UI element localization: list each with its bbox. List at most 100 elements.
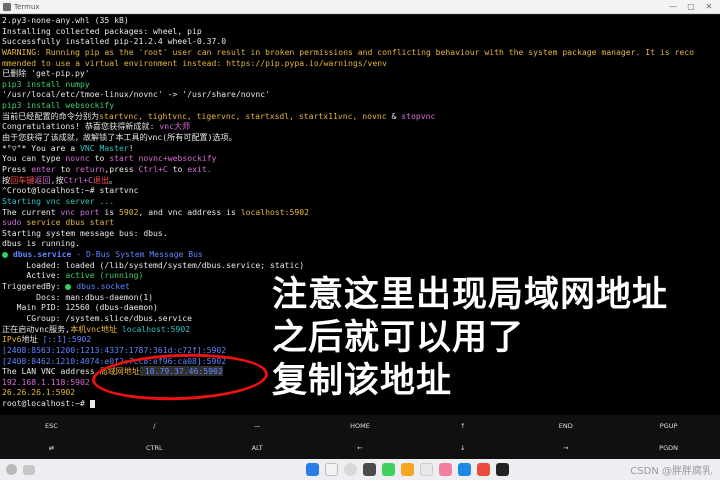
text-span: You can type — [2, 153, 66, 164]
key-down[interactable]: ↓ — [411, 437, 514, 459]
terminal-line: Installing collected packages: wheel, pi… — [2, 25, 202, 36]
key-pgdn[interactable]: PGDN — [617, 437, 720, 459]
key-esc[interactable]: ESC — [0, 415, 103, 437]
extra-keys-row: ESC / — HOME ↑ END PGUP — [0, 415, 720, 437]
browser-app-icon[interactable] — [344, 463, 357, 476]
settings-app-icon[interactable] — [306, 463, 319, 476]
text-span: to — [55, 163, 76, 174]
terminal-line: The current vnc port is 5902, and vnc ad… — [2, 207, 720, 218]
annotation-line-2: 之后就可以用了 — [272, 318, 525, 358]
key-left[interactable]: ← — [309, 437, 412, 459]
key-tab[interactable]: ⇄ — [0, 437, 103, 459]
key-dash[interactable]: — — [206, 415, 309, 437]
terminal-line: sudo service dbus start — [2, 217, 720, 228]
text-span: - D-Bus System Message Bus — [71, 249, 203, 260]
text-span: startvnc, tightvnc, tigervnc, startxsdl,… — [99, 110, 387, 121]
text-span: is — [99, 206, 119, 217]
text-span: 当前已经配置的命令分别为 — [2, 110, 100, 121]
watermark: CSDN @胖胖腐乳 — [630, 466, 712, 477]
text-span: to — [167, 163, 188, 174]
text-span: return — [75, 163, 105, 174]
text-span: dbus.socket — [71, 281, 130, 292]
prompt: root@localhost:~# — [2, 398, 90, 409]
annotation-line-3: 复制该地址 — [272, 361, 453, 401]
terminal-line: 当前已经配置的命令分别为startvnc, tightvnc, tigervnc… — [2, 111, 720, 122]
text-span: 退出 — [92, 174, 110, 185]
text-span: & — [386, 110, 402, 121]
text-span: Active: — [2, 270, 66, 281]
text-span: Press — [2, 163, 32, 174]
text-span: localhost:5902 — [117, 323, 191, 334]
text-span: Congratulations! 恭喜您获得新成就: — [2, 121, 160, 132]
notes-app-icon[interactable] — [401, 463, 414, 476]
terminal-line: ^Croot@localhost:~# startvnc — [2, 185, 139, 196]
annotation-line-1: 注意这里出现局域网地址 — [272, 275, 669, 315]
text-span: to — [89, 153, 110, 164]
text-span: Ctrl+C — [63, 174, 93, 185]
key-home[interactable]: HOME — [309, 415, 412, 437]
text-span: localhost:5902 — [240, 206, 310, 217]
text-span: vnc port — [60, 206, 100, 217]
files-app-icon[interactable] — [325, 463, 338, 476]
text-span: 回车键 — [10, 174, 35, 185]
text-span: The current — [2, 206, 61, 217]
window-title: Termux — [14, 2, 40, 11]
terminal-line: Successfully installed pip-21.2.4 wheel-… — [2, 36, 227, 47]
terminal-line: Press enter to return,press Ctrl+C to ex… — [2, 164, 720, 175]
warning-line: WARNING: Running pip as the 'root' user … — [2, 46, 694, 57]
text-span: TriggeredBy: — [2, 281, 66, 292]
title-bar: Termux — ▢ ✕ — [0, 0, 720, 14]
media-app-icon[interactable] — [439, 463, 452, 476]
gallery-app-icon[interactable] — [420, 463, 433, 476]
key-slash[interactable]: / — [103, 415, 206, 437]
terminal-app-icon[interactable] — [496, 463, 509, 476]
terminal-line: 2.py3-none-any.whl (35 kB) — [2, 15, 129, 25]
text-span: sudo — [2, 217, 27, 228]
text-span: novnc — [65, 153, 90, 164]
text-span: IPv6 — [2, 334, 22, 345]
terminal-line: Starting vnc server ... — [2, 195, 115, 206]
text-span: vnc大师 — [159, 121, 191, 132]
text-span: 。 — [109, 174, 118, 185]
text-span: Ctrl+C — [138, 163, 168, 174]
text-span: stopvnc — [401, 110, 436, 121]
terminal-line: 由于您获得了该成就，故解锁了本工具的vnc(所有可配置)选项。 — [2, 132, 237, 143]
text-span: 返回 — [34, 174, 51, 185]
text-span: *°▽°* You are a — [2, 142, 80, 153]
messages-app-icon[interactable] — [382, 463, 395, 476]
close-button[interactable]: ✕ — [700, 0, 718, 14]
text-span: The LAN VNC address — [2, 366, 100, 377]
terminal-line: dbus.service - D-Bus System Message Bus — [2, 249, 720, 260]
terminal-line: 按回车键返回,按Ctrl+C退出。 — [2, 175, 720, 186]
key-right[interactable]: → — [514, 437, 617, 459]
launcher-icon[interactable] — [6, 464, 17, 475]
key-ctrl[interactable]: CTRL — [103, 437, 206, 459]
minimize-button[interactable]: — — [664, 0, 682, 14]
multitask-icon[interactable] — [23, 464, 35, 475]
text-span: exit. — [187, 163, 212, 174]
text-span: VNC Master — [79, 142, 129, 153]
text-span: , and vnc address is — [138, 206, 241, 217]
text-span: 正在启动vnc服务, — [2, 323, 71, 334]
key-up[interactable]: ↑ — [411, 415, 514, 437]
key-end[interactable]: END — [514, 415, 617, 437]
text-span: 地址 — [21, 334, 43, 345]
cursor — [89, 399, 95, 408]
game-app-icon[interactable] — [477, 463, 490, 476]
text-span: 本机vnc地址 — [70, 323, 118, 334]
maps-app-icon[interactable] — [458, 463, 471, 476]
maximize-button[interactable]: ▢ — [682, 0, 700, 14]
text-span: ! — [128, 142, 134, 153]
text-span: start novnc+websockify — [109, 153, 217, 164]
camera-app-icon[interactable] — [363, 463, 376, 476]
warning-line: mmended to use a virtual environment ins… — [2, 57, 387, 68]
terminal-line: 已删除 'get-pip.py' — [2, 68, 90, 79]
extra-keys-row: ⇄ CTRL ALT ← ↓ → PGDN — [0, 437, 720, 459]
key-pgup[interactable]: PGUP — [617, 415, 720, 437]
text-span: ,按 — [50, 174, 64, 185]
taskbar: CSDN @胖胖腐乳 — [0, 459, 720, 480]
key-alt[interactable]: ALT — [206, 437, 309, 459]
command-line: pip3 install websockify — [2, 100, 115, 111]
text-span: active (running) — [65, 270, 144, 281]
window-controls: — ▢ ✕ — [664, 0, 718, 14]
